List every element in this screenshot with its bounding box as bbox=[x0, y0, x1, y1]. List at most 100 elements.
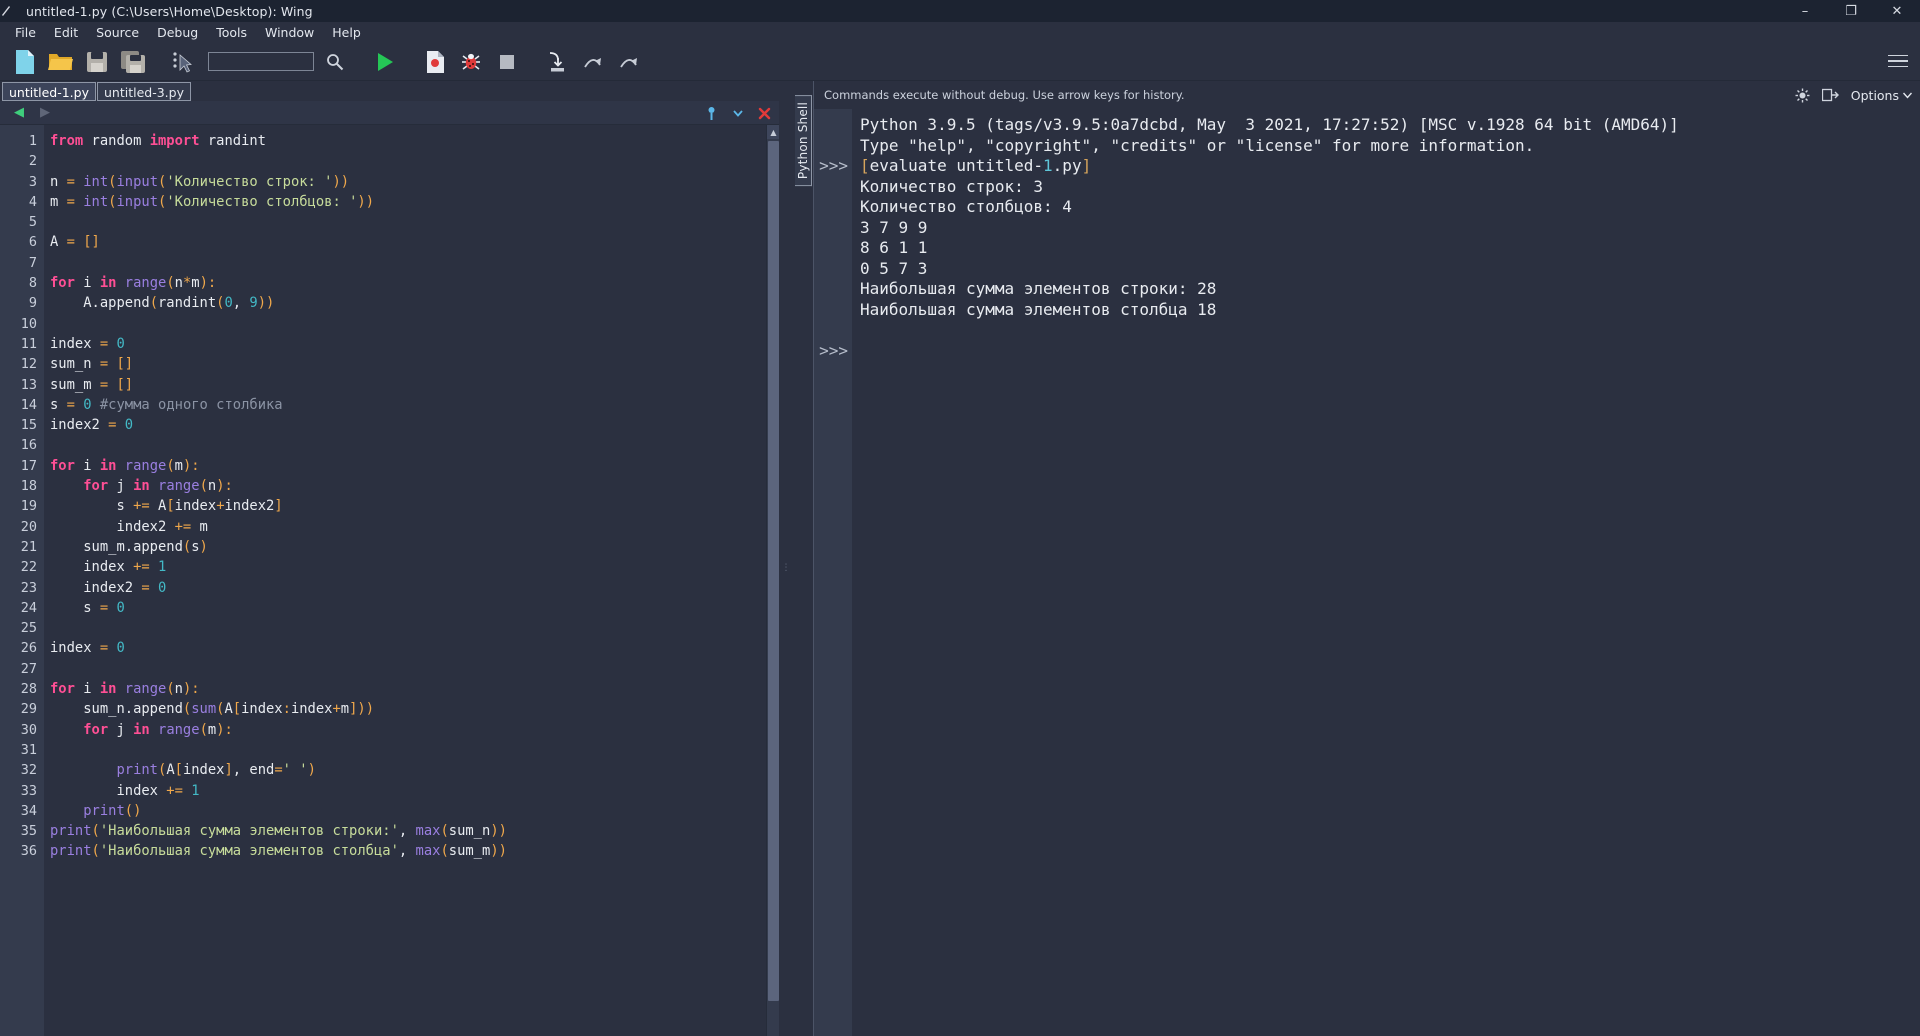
code-line[interactable]: sum_n.append(sum(A[index:index+m])) bbox=[50, 699, 766, 719]
code-token: [] bbox=[116, 356, 134, 373]
code-token: index bbox=[50, 640, 100, 657]
select-pointer-icon[interactable] bbox=[166, 46, 200, 78]
code-line[interactable]: index = 0 bbox=[50, 334, 766, 354]
code-line[interactable]: from random import randint bbox=[50, 131, 766, 151]
menu-help[interactable]: Help bbox=[323, 22, 370, 43]
shell-restart-icon[interactable] bbox=[1795, 88, 1810, 103]
close-button[interactable]: ✕ bbox=[1874, 0, 1920, 22]
code-line[interactable]: print('Наибольшая сумма элементов столбц… bbox=[50, 841, 766, 861]
shell-options-button[interactable]: Options bbox=[1851, 88, 1912, 103]
menu-debug[interactable]: Debug bbox=[148, 22, 207, 43]
code-line[interactable]: for j in range(m): bbox=[50, 720, 766, 740]
code-line[interactable]: index2 = 0 bbox=[50, 578, 766, 598]
code-line[interactable] bbox=[50, 618, 766, 638]
breakpoint-marker-icon[interactable] bbox=[705, 106, 718, 121]
editor-tab-untitled-1[interactable]: untitled-1.py bbox=[2, 82, 96, 101]
code-line[interactable]: print(A[index], end=' ') bbox=[50, 760, 766, 780]
code-token: : bbox=[224, 721, 233, 738]
menu-source[interactable]: Source bbox=[87, 22, 148, 43]
code-line[interactable] bbox=[50, 151, 766, 171]
code-line[interactable] bbox=[50, 740, 766, 760]
code-line[interactable]: A.append(randint(0, 9)) bbox=[50, 293, 766, 313]
code-line[interactable]: sum_n = [] bbox=[50, 354, 766, 374]
shell-newwindow-icon[interactable] bbox=[1821, 88, 1839, 102]
search-input[interactable] bbox=[209, 55, 313, 73]
code-line[interactable] bbox=[50, 314, 766, 334]
toolbar-menu-icon[interactable] bbox=[1888, 51, 1908, 71]
code-editor[interactable]: 1 2 3 4 5 6 7 8 9 10 11 12 13 14 15 16 17 18 19 20 21 22 23 24 2… bbox=[0, 125, 779, 1036]
code-line[interactable]: for i in range(m): bbox=[50, 456, 766, 476]
code-token: + bbox=[216, 498, 225, 515]
code-line[interactable] bbox=[50, 253, 766, 273]
code-token: ( bbox=[149, 295, 158, 312]
save-icon[interactable] bbox=[80, 46, 114, 78]
editor-vertical-scrollbar[interactable]: ▲ ▼ bbox=[766, 125, 779, 1036]
code-text[interactable]: from random import randint n = int(input… bbox=[44, 125, 766, 1036]
code-line[interactable]: sum_m.append(s) bbox=[50, 537, 766, 557]
step-into-icon[interactable] bbox=[540, 46, 574, 78]
code-line[interactable]: m = int(input('Количество столбцов: ')) bbox=[50, 192, 766, 212]
close-editor-icon[interactable] bbox=[758, 107, 771, 120]
new-file-icon[interactable] bbox=[8, 46, 42, 78]
code-token: i bbox=[74, 457, 100, 474]
code-line[interactable]: for i in range(n*m): bbox=[50, 273, 766, 293]
shell-output[interactable]: Python 3.9.5 (tags/v3.9.5:0a7dcbd, May 3… bbox=[852, 109, 1920, 1036]
code-token: for bbox=[83, 721, 109, 738]
code-line[interactable]: index2 += m bbox=[50, 517, 766, 537]
code-line[interactable]: index = 0 bbox=[50, 638, 766, 658]
code-line[interactable]: s = 0 #сумма одного столбика bbox=[50, 395, 766, 415]
stop-icon[interactable] bbox=[490, 46, 524, 78]
step-over-icon[interactable] bbox=[576, 46, 610, 78]
step-out-icon[interactable] bbox=[612, 46, 646, 78]
minimize-button[interactable]: – bbox=[1782, 0, 1828, 22]
maximize-button[interactable]: ❐ bbox=[1828, 0, 1874, 22]
pane-splitter[interactable]: ⋮ bbox=[779, 81, 793, 1036]
code-line[interactable] bbox=[50, 659, 766, 679]
code-line[interactable]: print('Наибольшая сумма элементов строки… bbox=[50, 821, 766, 841]
code-line[interactable]: sum_m = [] bbox=[50, 375, 766, 395]
code-token: range bbox=[158, 721, 200, 738]
debug-bug-icon[interactable] bbox=[454, 46, 488, 78]
shell-line: [evaluate untitled-1.py] bbox=[860, 156, 1920, 177]
code-line[interactable]: s += A[index+index2] bbox=[50, 496, 766, 516]
code-token: print bbox=[50, 823, 92, 840]
search-input-wrapper[interactable] bbox=[208, 52, 314, 73]
code-line[interactable]: A = [] bbox=[50, 232, 766, 252]
menu-window[interactable]: Window bbox=[256, 22, 323, 43]
code-line[interactable]: index2 = 0 bbox=[50, 415, 766, 435]
code-line[interactable]: index += 1 bbox=[50, 557, 766, 577]
code-token: 1 bbox=[158, 559, 167, 576]
chevron-down-icon[interactable] bbox=[732, 107, 744, 119]
code-line[interactable] bbox=[50, 212, 766, 232]
menu-tools[interactable]: Tools bbox=[207, 22, 256, 43]
code-line[interactable]: for j in range(n): bbox=[50, 476, 766, 496]
shell-body[interactable]: >>> >>> Python 3.9.5 (tags/v3.9.5:0a7dcb… bbox=[814, 109, 1920, 1036]
scrollbar-thumb[interactable] bbox=[768, 141, 779, 1001]
code-line[interactable]: n = int(input('Количество строк: ')) bbox=[50, 172, 766, 192]
open-folder-icon[interactable] bbox=[44, 46, 78, 78]
scroll-up-arrow-icon[interactable]: ▲ bbox=[767, 125, 779, 139]
run-file-icon[interactable] bbox=[418, 46, 452, 78]
code-token: : bbox=[191, 457, 200, 474]
search-icon[interactable] bbox=[318, 46, 352, 78]
editor-tab-untitled-3[interactable]: untitled-3.py bbox=[97, 82, 191, 101]
menu-edit[interactable]: Edit bbox=[45, 22, 87, 43]
code-token: print bbox=[116, 762, 158, 779]
tab-python-shell[interactable]: Python Shell bbox=[794, 95, 812, 187]
menu-file[interactable]: File bbox=[6, 22, 45, 43]
code-token: += bbox=[174, 518, 192, 535]
scrollbar-track[interactable] bbox=[767, 139, 779, 1036]
code-token: in bbox=[133, 478, 150, 495]
code-line[interactable]: print() bbox=[50, 801, 766, 821]
nav-forward-icon[interactable]: ▶ bbox=[32, 105, 58, 120]
code-token: for bbox=[50, 457, 75, 474]
code-line[interactable] bbox=[50, 435, 766, 455]
nav-back-icon[interactable]: ◀ bbox=[6, 105, 32, 120]
code-line[interactable]: index += 1 bbox=[50, 781, 766, 801]
code-line[interactable]: for i in range(n): bbox=[50, 679, 766, 699]
code-line[interactable]: s = 0 bbox=[50, 598, 766, 618]
run-icon[interactable] bbox=[368, 46, 402, 78]
save-all-icon[interactable] bbox=[116, 46, 150, 78]
